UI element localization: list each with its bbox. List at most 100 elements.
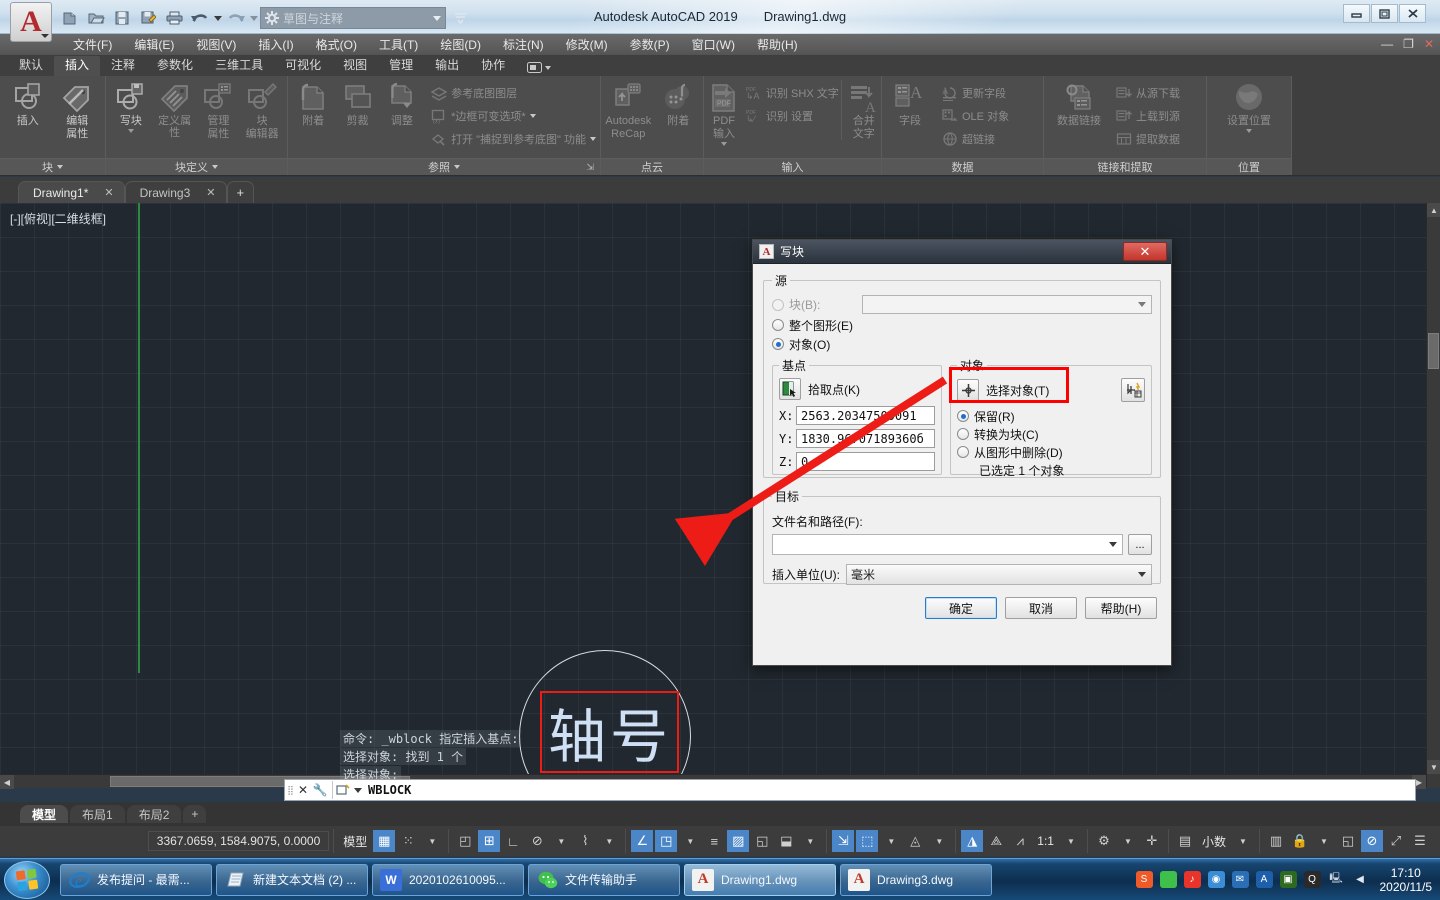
vertical-scrollbar[interactable]: ▲ ▼ [1426, 203, 1440, 788]
ribbon-panel-link-extract-title[interactable]: 链接和提取 [1044, 158, 1206, 175]
taskbar-item-notepad[interactable]: 新建文本文档 (2) ... [216, 863, 368, 896]
close-icon[interactable]: ✕ [104, 186, 113, 199]
isometric-draft-toggle[interactable]: ⊘ [526, 830, 548, 852]
panel-dialog-launcher-icon[interactable]: ⇲ [586, 162, 594, 173]
layout-tab-layout2[interactable]: 布局2 [126, 805, 182, 823]
annotation-scale-value[interactable]: 1:1 [1033, 834, 1058, 848]
system-tray[interactable]: S ♪ ◉ ✉ A ▣ Q 🖳 ◀ 17:10 2020/11/5 [1135, 866, 1440, 894]
pick-point-button[interactable] [779, 378, 801, 400]
open-file-icon[interactable] [84, 7, 108, 29]
units-dropdown-icon[interactable]: ▼ [1232, 830, 1254, 852]
close-icon[interactable]: ✕ [206, 186, 215, 199]
layout-tab-layout1[interactable]: 布局1 [70, 805, 125, 823]
qat-customize-icon[interactable] [448, 7, 472, 29]
ribbon-panel-data-title[interactable]: 数据 [882, 158, 1043, 175]
taskbar-item-drawing3[interactable]: A Drawing3.dwg [840, 863, 992, 896]
maximize-button[interactable] [1371, 4, 1398, 23]
ribbon-tab-default[interactable]: 默认 [8, 56, 54, 76]
drawing-canvas[interactable]: [-][俯视][二维线框] 轴号 [0, 203, 1440, 788]
customization-icon[interactable]: ☰ [1409, 830, 1431, 852]
ribbon-button-autodesk-recap[interactable]: Autodesk ReCap [605, 80, 652, 140]
workspace-dropdown-icon[interactable]: ▼ [1117, 830, 1139, 852]
ribbon-tab-insert[interactable]: 插入 [54, 56, 101, 76]
ribbon-item-update-field[interactable]: A 更新字段 [940, 82, 1009, 104]
ortho-mode-toggle[interactable]: ◰ [454, 830, 476, 852]
status-bar[interactable]: 3367.0659, 1584.9075, 0.0000 模型 ▦ ⁙ ▼ ◰ … [0, 826, 1440, 856]
objects-option-delete-from-drawing[interactable]: 从图形中删除(D) [957, 443, 1145, 461]
gizmo-toggle[interactable]: ◬ [904, 830, 926, 852]
ucs-icon-toggle[interactable]: ◳ [655, 830, 678, 852]
command-prompt-icon[interactable] [336, 783, 362, 797]
autodesk-icon[interactable]: A [1255, 871, 1273, 888]
wrench-icon[interactable]: 🔧 [311, 783, 329, 797]
ribbon-tab-view[interactable]: 视图 [332, 56, 378, 76]
menu-item-view[interactable]: 视图(V) [185, 35, 247, 55]
menu-bar[interactable]: 文件(F) 编辑(E) 视图(V) 插入(I) 格式(O) 工具(T) 绘图(D… [0, 34, 1440, 56]
ribbon-panel-reference-title[interactable]: 参照 ⇲ [288, 158, 600, 175]
close-icon[interactable]: ✕ [295, 783, 311, 797]
three-d-object-snap-toggle[interactable]: ⬓ [775, 830, 797, 852]
close-button[interactable] [1399, 4, 1426, 23]
chevron-down-icon[interactable] [1134, 296, 1149, 313]
ribbon-item-download-from-source[interactable]: 从源下载 [1114, 82, 1180, 104]
workspace-selector[interactable]: 草图与注释 [260, 7, 446, 29]
workspace-switching-icon[interactable]: ⚙ [1093, 830, 1115, 852]
grid-display-toggle[interactable]: ▦ [373, 830, 396, 852]
command-line-grip[interactable]: ⣿ [285, 780, 295, 800]
lineweight-toggle[interactable]: ≡ [703, 830, 725, 852]
scroll-left-button[interactable]: ◀ [0, 775, 14, 789]
objects-option-convert-to-block[interactable]: 转换为块(C) [957, 425, 1145, 443]
ribbon-button-attach[interactable]: 附着 [292, 80, 334, 127]
ribbon-tab-manage[interactable]: 管理 [378, 56, 424, 76]
command-input-text[interactable]: WBLOCK [362, 783, 411, 797]
dynamic-ucs-toggle[interactable]: ⇲ [832, 830, 855, 852]
ribbon-button-write-block[interactable]: 写块 [110, 80, 152, 133]
ucs-dropdown-icon[interactable]: ▼ [679, 830, 701, 852]
chevron-down-icon[interactable] [529, 114, 536, 118]
units-icon[interactable]: ▤ [1174, 830, 1196, 852]
ribbon-panel-import-title[interactable]: 输入 [704, 158, 881, 175]
basepoint-z-input[interactable]: 0 [796, 452, 935, 471]
chevron-down-icon[interactable] [590, 137, 596, 141]
window-controls[interactable] [1343, 4, 1426, 23]
ok-button[interactable]: 确定 [925, 597, 997, 619]
snap-dropdown-icon[interactable]: ▼ [421, 830, 443, 852]
ribbon-button-combine-text[interactable]: A 合并 文字 [840, 80, 880, 140]
new-file-icon[interactable] [58, 7, 82, 29]
selection-filter-dropdown-icon[interactable]: ▼ [880, 830, 902, 852]
ribbon-tab-bar[interactable]: 默认 插入 注释 参数化 三维工具 可视化 视图 管理 输出 协作 [0, 56, 1440, 76]
quick-select-button[interactable] [1121, 378, 1145, 402]
ribbon-tab-annotate[interactable]: 注释 [100, 56, 146, 76]
ribbon-tab-overflow[interactable] [516, 60, 562, 76]
source-option-entire-drawing[interactable]: 整个图形(E) [772, 316, 1152, 334]
ribbon-panel-point-cloud-title[interactable]: 点云 [601, 158, 703, 175]
basepoint-y-input[interactable]: 1830.96707189360б [796, 429, 935, 448]
file-tab-drawing3[interactable]: Drawing3 ✕ [124, 181, 227, 203]
objects-option-retain[interactable]: 保留(R) [957, 407, 1145, 425]
annotation-scale-toggle[interactable]: ⩘ [1009, 830, 1031, 852]
ribbon-button-pdf-import[interactable]: PDF PDF 输入 [708, 80, 740, 146]
taskbar-item-wechat[interactable]: 文件传输助手 [528, 863, 680, 896]
scroll-down-button[interactable]: ▼ [1427, 760, 1440, 774]
layout-tab-model[interactable]: 模型 [20, 805, 69, 823]
coordinates-display[interactable]: 3367.0659, 1584.9075, 0.0000 [147, 831, 330, 851]
polar-tracking-toggle[interactable]: ∟ [502, 830, 524, 852]
menu-item-edit[interactable]: 编辑(E) [123, 35, 185, 55]
chevron-down-icon[interactable] [354, 787, 362, 793]
ribbon-button-adjust[interactable]: 调整 [381, 80, 423, 127]
chevron-down-icon[interactable] [127, 129, 134, 133]
menu-item-insert[interactable]: 插入(I) [247, 35, 304, 55]
menu-item-draw[interactable]: 绘图(D) [429, 35, 492, 55]
doc-close-button[interactable]: ✕ [1424, 37, 1434, 51]
ribbon-tab-parametric[interactable]: 参数化 [146, 56, 204, 76]
fullscreen-icon[interactable]: ⤢ [1385, 830, 1407, 852]
workspace-dropdown-icon[interactable] [433, 15, 441, 21]
redo-dropdown-icon[interactable] [250, 15, 258, 21]
dialog-close-button[interactable]: ✕ [1123, 242, 1167, 261]
ribbon-button-define-attribute[interactable]: 定义属性 [154, 80, 196, 139]
ribbon-button-edit-attribute[interactable]: 编辑 属性 [54, 80, 102, 140]
taskbar[interactable]: e 发布提问 - 最需... 新建文本文档 (2) ... W 20201026… [0, 858, 1440, 900]
menu-item-dimension[interactable]: 标注(N) [492, 35, 555, 55]
gizmo-dropdown-icon[interactable]: ▼ [928, 830, 950, 852]
three-d-snap-dropdown-icon[interactable]: ▼ [799, 830, 821, 852]
